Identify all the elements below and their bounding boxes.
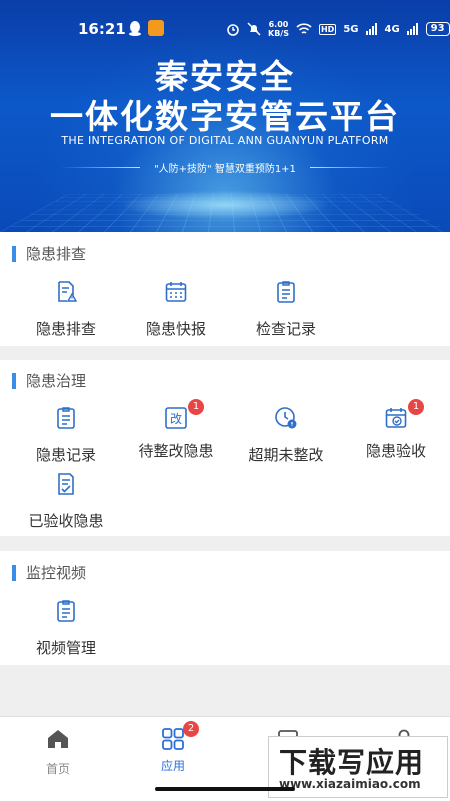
notification-badge: 1 [408, 399, 424, 415]
signal-5g: 5G [343, 23, 359, 35]
tab-apps[interactable]: 2 应用 [117, 721, 229, 774]
alarm-icon [227, 24, 239, 36]
section-title: 隐患排查 [12, 246, 86, 262]
signal-4g: 4G [384, 23, 400, 35]
menu-item-pending-rectification[interactable]: 改 1 待整改隐患 [120, 399, 232, 461]
menu-item-label: 隐患记录 [35, 446, 96, 464]
calendar-icon [165, 282, 187, 302]
banner-title-line2: 一体化数字安管云平台 [50, 97, 400, 136]
home-icon [48, 730, 68, 748]
svg-text:改: 改 [170, 412, 182, 426]
menu-item-overdue-rectification[interactable]: 超期未整改 [230, 406, 342, 465]
battery-indicator: 93 [425, 22, 450, 36]
header-banner: 16:21 6.00 KB/S HD 5G 4G 93 秦安安全 一体化数字安管云… [0, 0, 450, 232]
status-icons: 6.00 KB/S HD 5G 4G 93 [226, 20, 450, 38]
menu-item-label: 检查记录 [255, 320, 316, 338]
menu-item-label: 待整改隐患 [138, 442, 214, 460]
status-time: 16:21 [78, 20, 126, 38]
status-bar: 16:21 6.00 KB/S HD 5G 4G 93 [0, 0, 450, 44]
menu-item-label: 已验收隐患 [28, 512, 104, 530]
menu-item-label: 超期未整改 [248, 446, 324, 464]
tab-home[interactable]: 首页 [2, 727, 114, 777]
signal-bars-icon [365, 23, 377, 35]
watermark-url: www.xiazaimiao.com [279, 777, 421, 791]
rectify-icon-wrap: 改 1 [164, 399, 204, 430]
calendar-check-icon-wrap: 1 [384, 399, 424, 430]
section-hazard-inspection: 隐患排查 隐患排查 隐患快报 检查记录 [0, 232, 450, 346]
network-speed: 6.00 KB/S [268, 20, 289, 38]
notification-badge: 1 [188, 399, 204, 415]
apps-grid-icon [162, 728, 184, 750]
section-title: 监控视频 [12, 565, 86, 581]
wifi-icon [296, 22, 312, 34]
menu-item-inspection-records[interactable]: 检查记录 [230, 280, 342, 339]
rectify-icon: 改 [165, 407, 187, 429]
menu-item-accepted-hazards[interactable]: 已验收隐患 [10, 472, 122, 531]
menu-item-video-management[interactable]: 视频管理 [10, 599, 122, 658]
section-hazard-governance: 隐患治理 隐患记录 改 1 待整改隐患 超期未整改 1 隐患验收 已验收隐患 [0, 360, 450, 536]
speed-unit: KB/S [268, 29, 289, 38]
slogan-divider-right [310, 167, 390, 168]
menu-item-hazard-records[interactable]: 隐患记录 [10, 406, 122, 465]
menu-item-label: 隐患排查 [35, 320, 96, 338]
app-notification-icon [148, 20, 164, 36]
notification-badge: 2 [183, 721, 199, 737]
section-video-monitoring: 监控视频 视频管理 [0, 551, 450, 665]
clipboard-icon [277, 281, 295, 303]
hd-badge: HD [318, 23, 337, 35]
speed-value: 6.00 [268, 20, 289, 29]
calendar-check-icon [385, 408, 407, 428]
menu-item-label: 隐患快报 [145, 320, 206, 338]
menu-item-label: 隐患验收 [365, 442, 426, 460]
menu-item-hazard-inspection[interactable]: 隐患排查 [10, 280, 122, 339]
clipboard-icon [57, 407, 75, 429]
banner-glow-decoration [120, 190, 330, 220]
watermark-logo: 下载写应用 www.xiazaimiao.com [268, 736, 448, 798]
apps-grid-icon-wrap: 2 [161, 721, 199, 751]
tab-label: 首页 [45, 762, 70, 776]
section-title: 隐患治理 [12, 373, 86, 389]
doc-warning-icon [58, 281, 78, 302]
menu-item-hazard-report[interactable]: 隐患快报 [120, 280, 232, 339]
qq-icon [129, 21, 141, 36]
home-indicator[interactable] [155, 787, 295, 791]
clipboard-icon [57, 600, 75, 622]
watermark-title: 下载写应用 [279, 746, 425, 779]
signal-bars-icon-2 [406, 23, 418, 35]
menu-item-label: 视频管理 [35, 639, 96, 657]
menu-item-hazard-acceptance[interactable]: 1 隐患验收 [340, 399, 450, 461]
clock-alert-icon [275, 407, 297, 429]
tab-label: 应用 [160, 759, 185, 773]
mute-icon [247, 22, 261, 36]
banner-subtitle: THE INTEGRATION OF DIGITAL ANN GUANYUN P… [61, 134, 389, 147]
doc-check-icon [58, 473, 74, 495]
